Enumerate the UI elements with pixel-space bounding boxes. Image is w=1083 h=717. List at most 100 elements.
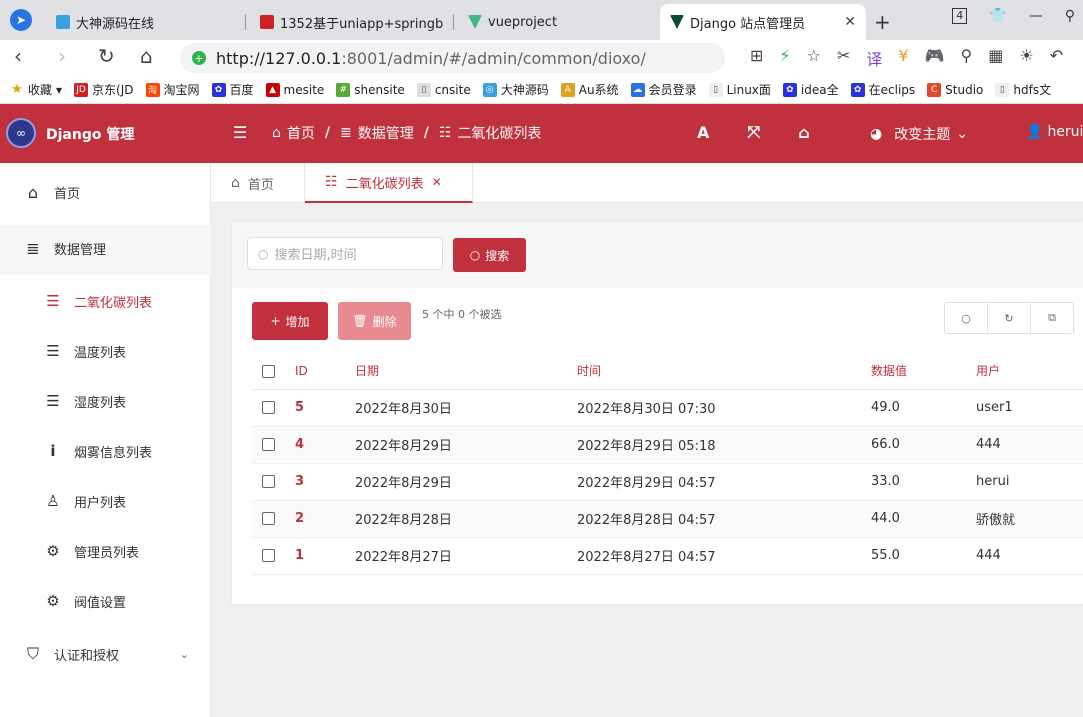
user-menu[interactable]: 👤 herui: [1026, 124, 1083, 140]
sidebar-item-smoke[interactable]: i 烟雾信息列表: [0, 438, 211, 464]
bookmark-item[interactable]: ★ 收藏 ▾: [10, 81, 62, 98]
shirt-icon[interactable]: 👕: [989, 8, 1006, 24]
delete-button[interactable]: 🗑 删除: [338, 302, 411, 340]
search-icon[interactable]: ⚲: [1065, 8, 1075, 24]
forward-icon[interactable]: ›: [58, 44, 66, 68]
minimize-icon[interactable]: —: [1029, 8, 1043, 24]
search-button[interactable]: ○ 搜索: [453, 238, 526, 272]
row-id-link[interactable]: 1: [295, 537, 355, 575]
browser-tab-3[interactable]: vueproject: [458, 4, 658, 40]
browser-tab-active[interactable]: Django 站点管理员 ✕: [660, 4, 866, 40]
browser-logo-icon[interactable]: ➤: [10, 9, 32, 31]
translate-icon[interactable]: 译: [866, 46, 882, 70]
browser-tab-2[interactable]: 1352基于uniapp+springb: [250, 4, 454, 40]
brightness-icon[interactable]: ☀: [1019, 46, 1033, 70]
row-id-link[interactable]: 3: [295, 463, 355, 501]
refresh-icon[interactable]: ↻: [988, 303, 1031, 333]
magnifier-icon[interactable]: ⚲: [961, 46, 973, 70]
column-header[interactable]: ID: [295, 353, 355, 390]
font-size-icon[interactable]: A: [697, 123, 709, 142]
browser-tab-1[interactable]: 大神源码在线: [46, 4, 246, 40]
row-id-link[interactable]: 2: [295, 500, 355, 538]
bookmark-item[interactable]: ▯ hdfs文: [995, 81, 1051, 98]
breadcrumb-home[interactable]: 首页: [287, 123, 315, 143]
tab-label: 首页: [247, 177, 274, 193]
tab-co2[interactable]: ☷ 二氧化碳列表 ✕: [305, 163, 473, 203]
sidebar-item-co2[interactable]: ☰ 二氧化碳列表: [0, 288, 211, 314]
database-icon: ≣: [340, 125, 352, 141]
tab-favicon-icon: [260, 15, 274, 29]
lightning-icon[interactable]: ⚡: [779, 46, 790, 70]
sidebar-item-home[interactable]: ⌂ 首页: [0, 179, 211, 205]
breadcrumb-current: 二氧化碳列表: [457, 126, 542, 142]
url-input[interactable]: + http://127.0.0.1:8001/admin/#/admin/co…: [180, 43, 725, 73]
bookmark-item[interactable]: # shensite: [336, 82, 405, 97]
row-checkbox[interactable]: [262, 549, 275, 562]
coin-icon[interactable]: ¥: [898, 46, 908, 70]
search-placeholder: 搜索日期,时间: [274, 248, 357, 263]
back-icon[interactable]: ‹: [14, 44, 22, 68]
sidebar-item-threshold[interactable]: ⚙ 阀值设置: [0, 588, 211, 614]
home-icon[interactable]: ⌂: [140, 44, 153, 68]
sidebar-item-humidity[interactable]: ☰ 湿度列表: [0, 388, 211, 414]
row-checkbox[interactable]: [262, 438, 275, 451]
grid-icon[interactable]: ⊞: [750, 46, 763, 70]
scissors-icon[interactable]: ✂: [837, 46, 850, 70]
tab-close-icon[interactable]: ✕: [844, 14, 856, 30]
column-header[interactable]: 日期: [355, 353, 577, 390]
bookmark-label: idea全: [800, 83, 839, 97]
sidebar-item-data-mgmt[interactable]: ≣ 数据管理: [0, 235, 211, 261]
bookmark-item[interactable]: A Au系统: [560, 81, 619, 98]
column-header[interactable]: 时间: [577, 353, 871, 390]
select-all-checkbox[interactable]: [262, 364, 275, 378]
new-tab-icon[interactable]: +: [874, 10, 891, 34]
apps-icon[interactable]: ▦: [988, 46, 1003, 70]
bookmark-item[interactable]: C Studio: [927, 82, 983, 97]
fullscreen-icon[interactable]: ⤧: [747, 122, 760, 142]
column-header[interactable]: 数据值: [871, 353, 976, 390]
star-icon[interactable]: ☆: [807, 46, 821, 70]
page-icon: ▯: [416, 82, 431, 97]
row-checkbox[interactable]: [262, 401, 275, 414]
sidebar-item-users[interactable]: ♙ 用户列表: [0, 488, 211, 514]
row-checkbox[interactable]: [262, 512, 275, 525]
bookmark-item[interactable]: ✿ 在eclips: [850, 81, 915, 98]
column-header[interactable]: 用户: [976, 353, 1083, 390]
bookmark-item[interactable]: ▲ mesite: [265, 82, 324, 97]
gear-icon: ⚙: [46, 542, 60, 560]
close-icon[interactable]: ✕: [432, 175, 442, 189]
bookmark-item[interactable]: 淘淘宝网: [145, 81, 200, 98]
reload-icon[interactable]: ↻: [98, 44, 115, 68]
database-icon: ≣: [26, 238, 40, 258]
browser-tab-bar: ➤ 大神源码在线 1352基于uniapp+springb vueproject…: [0, 0, 1083, 40]
home-icon[interactable]: ⌂: [798, 123, 809, 142]
sidebar-item-auth[interactable]: ⛉ 认证和授权 ⌄: [0, 641, 211, 667]
search-icon[interactable]: ○: [945, 303, 988, 333]
gamepad-icon[interactable]: 🎮: [925, 46, 945, 70]
bookmark-item[interactable]: ◎ 大神源码: [482, 81, 549, 98]
sidebar-item-label: 数据管理: [54, 242, 107, 258]
add-button[interactable]: + 增加: [252, 302, 328, 340]
row-id-link[interactable]: 4: [295, 426, 355, 464]
menu-toggle-icon[interactable]: ☰: [233, 123, 247, 142]
bookmark-item[interactable]: ☁ 会员登录: [630, 81, 697, 98]
row-select-cell: [252, 389, 295, 427]
bookmark-item[interactable]: ▯ cnsite: [416, 82, 471, 97]
export-icon[interactable]: ⧉: [1031, 303, 1073, 333]
row-id-link[interactable]: 5: [295, 389, 355, 427]
app-title: Django 管理: [46, 127, 135, 143]
bookmark-item[interactable]: ▯ Linux面: [708, 81, 771, 98]
search-input[interactable]: ○ 搜索日期,时间: [247, 237, 443, 270]
sidebar-item-temperature[interactable]: ☰ 温度列表: [0, 338, 211, 364]
list-icon: ☰: [46, 342, 60, 360]
bookmark-item[interactable]: ✿ 百度: [211, 81, 254, 98]
tab-count-badge[interactable]: 4: [952, 8, 968, 24]
breadcrumb-data-mgmt[interactable]: 数据管理: [358, 123, 414, 143]
bookmark-item[interactable]: JD 京东(JD: [74, 81, 134, 98]
row-checkbox[interactable]: [262, 475, 275, 488]
sidebar-item-admins[interactable]: ⚙ 管理员列表: [0, 538, 211, 564]
tab-home[interactable]: ⌂ 首页: [211, 163, 305, 203]
bookmark-item[interactable]: ✿ idea全: [782, 81, 839, 98]
undo-icon[interactable]: ↶: [1050, 46, 1063, 70]
theme-switcher[interactable]: ◕ 改变主题 ⌄: [870, 124, 968, 144]
